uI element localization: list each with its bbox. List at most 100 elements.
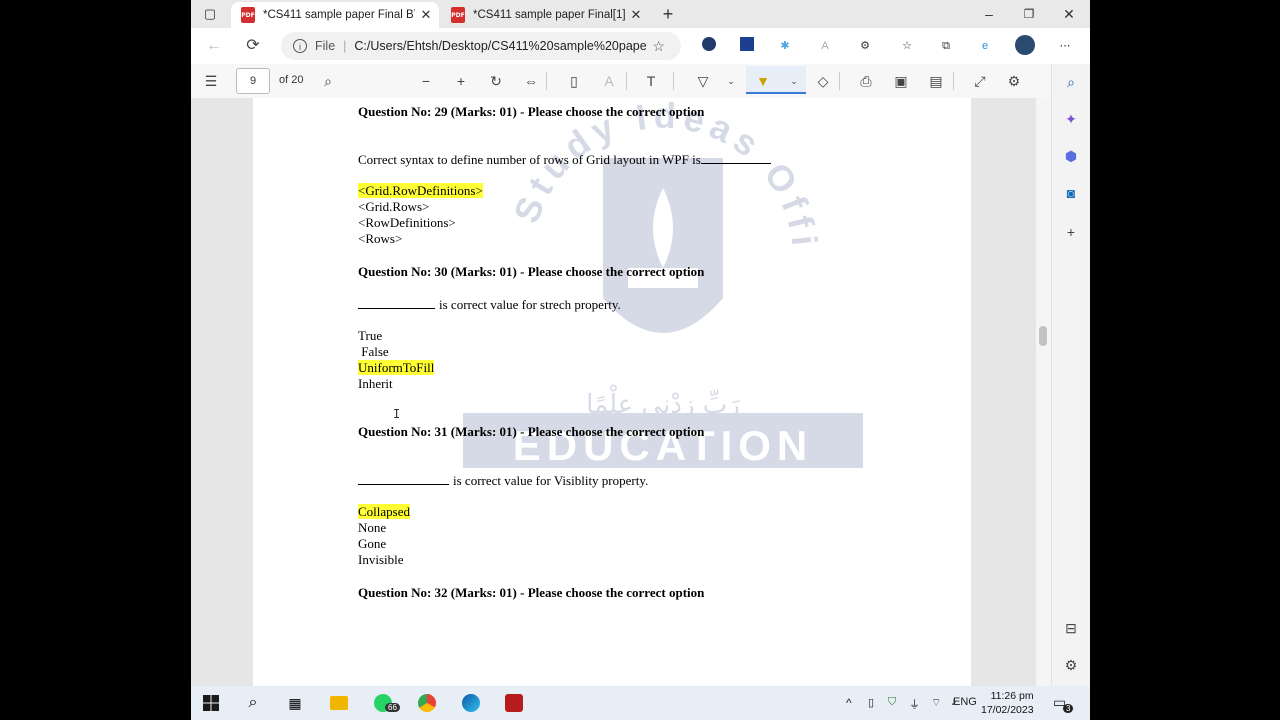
whatsapp-icon[interactable]: 66	[371, 691, 400, 715]
chrome-icon[interactable]	[415, 691, 439, 715]
page-total: of 20	[279, 74, 304, 86]
highlighted-answer: UniformToFill	[358, 360, 435, 375]
question-30-header: Question No: 30 (Marks: 01) - Please cho…	[358, 264, 705, 279]
notification-badge: 3	[1063, 704, 1074, 713]
usb-icon[interactable]: ⏚	[909, 696, 920, 712]
edge-bar-icon[interactable]: e	[975, 37, 995, 55]
scheme-label: File	[315, 39, 336, 53]
device-icon[interactable]: ▯	[868, 696, 874, 709]
eraser-icon[interactable]: ◇	[813, 72, 833, 90]
answer-blank	[358, 296, 435, 309]
back-button[interactable]: ←	[203, 36, 225, 56]
rotate-icon[interactable]: ↻	[486, 72, 506, 90]
read-aloud-icon[interactable]: A	[599, 72, 619, 90]
minimize-button[interactable]: –	[969, 4, 1009, 24]
clock-date: 17/02/2023	[981, 704, 1034, 716]
question-31-prompt: is correct value for Visiblity property.	[358, 472, 648, 489]
pdf-document-area: Study Ideas Official رَبِّ زِدْنِي عِلْم…	[191, 98, 1051, 686]
clock[interactable]: 11:26 pm 17/02/2023	[981, 689, 1034, 717]
address-bar: ← ⟳ i File | C:/Users/Ehtsh/Desktop/CS41…	[191, 28, 1090, 65]
tab-cs411-final[interactable]: PDF *CS411 sample paper Final[1].pdf ✕	[441, 2, 649, 28]
close-tab-icon[interactable]: ✕	[629, 7, 643, 23]
favorites-icon[interactable]: ☆	[897, 37, 917, 55]
table-of-contents-icon[interactable]: ☰	[201, 72, 221, 90]
office-icon[interactable]: ⬢	[1061, 146, 1081, 166]
vertical-scrollbar[interactable]	[1036, 98, 1051, 686]
url-text: C:/Users/Ehtsh/Desktop/CS411%20sample%20…	[354, 39, 647, 53]
watermark-ring-text: Study Ideas Official	[463, 98, 820, 253]
more-menu-icon[interactable]: ⋯	[1055, 37, 1075, 55]
url-field[interactable]: i File | C:/Users/Ehtsh/Desktop/CS411%20…	[281, 32, 681, 60]
answer-blank	[358, 472, 449, 485]
new-tab-button[interactable]: +	[658, 4, 678, 24]
vu-extension-icon[interactable]	[737, 37, 757, 55]
settings-icon[interactable]: ⚙	[1004, 72, 1024, 90]
windows-taskbar: ⌕ ▦ 66 ^ ▯ ⛉ ⏚ ⌔ ♪ ENG 11:26 pm 17/02/20…	[191, 686, 1090, 720]
add-favorite-icon[interactable]: ☆	[652, 38, 665, 55]
add-sidebar-app-icon[interactable]: +	[1061, 222, 1081, 242]
file-explorer-icon[interactable]	[327, 691, 351, 715]
scrollbar-thumb[interactable]	[1039, 326, 1047, 346]
tab-actions-icon[interactable]: ▢	[199, 5, 221, 23]
pdf-toolbar: ☰ 9 of 20 ⌕ − + ↻ ⇔ ▯ A T ▽ ⌄ ▼ ⌄ ◇ ⎙ ▣ …	[191, 64, 1051, 99]
tab-bar: ▢ PDF *CS411 sample paper Final BY Study…	[191, 0, 1090, 28]
q29-option-a: <Grid.RowDefinitions>	[358, 183, 483, 199]
zoom-out-icon[interactable]: −	[416, 72, 436, 90]
highlight-dropdown-icon[interactable]: ⌄	[784, 72, 804, 90]
language-label: ENG	[953, 696, 977, 708]
zoom-in-icon[interactable]: +	[451, 72, 471, 90]
question-29-header: Question No: 29 (Marks: 01) - Please cho…	[358, 104, 705, 119]
search-icon[interactable]: ⌕	[1061, 72, 1081, 92]
copilot-icon[interactable]: ✦	[1061, 109, 1081, 129]
close-tab-icon[interactable]: ✕	[419, 7, 433, 23]
screen-recorder-icon[interactable]	[502, 691, 526, 715]
fullscreen-icon[interactable]: ⤢	[970, 72, 990, 90]
highlighted-answer: <Grid.RowDefinitions>	[358, 183, 483, 198]
task-view-icon[interactable]: ▦	[283, 691, 307, 715]
add-text-icon[interactable]: T	[641, 72, 661, 90]
draw-dropdown-icon[interactable]: ⌄	[721, 72, 741, 90]
highlighted-answer: Collapsed	[358, 504, 410, 519]
clock-time: 11:26 pm	[990, 690, 1034, 702]
start-button[interactable]	[199, 691, 223, 715]
q30-option-d: Inherit	[358, 376, 393, 391]
highlight-icon[interactable]: ▼	[753, 72, 773, 90]
show-hidden-icons-icon[interactable]: ^	[846, 696, 852, 710]
collections-icon[interactable]: ⧉	[936, 37, 956, 55]
toolbar-divider	[546, 72, 547, 90]
question-29-prompt: Correct syntax to define number of rows …	[358, 151, 771, 168]
notifications-icon[interactable]: ▭ 3	[1053, 694, 1074, 713]
info-icon[interactable]: i	[293, 39, 307, 53]
profile-avatar[interactable]	[1015, 35, 1035, 55]
page-view-icon[interactable]: ▯	[564, 72, 584, 90]
language-indicator[interactable]: ENG	[953, 696, 977, 708]
print-icon[interactable]: ⎙	[856, 72, 876, 90]
draw-icon[interactable]: ▽	[693, 72, 713, 90]
refresh-button[interactable]: ⟳	[242, 36, 264, 56]
maximize-button[interactable]: ❐	[1009, 4, 1049, 24]
extension-icon[interactable]	[699, 37, 719, 55]
hide-sidebar-icon[interactable]: ⊟	[1061, 618, 1081, 638]
question-31-header: Question No: 31 (Marks: 01) - Please cho…	[358, 424, 705, 439]
close-window-button[interactable]: ✕	[1049, 4, 1089, 24]
sidebar-settings-icon[interactable]: ⚙	[1061, 655, 1081, 675]
outlook-icon[interactable]: ◙	[1061, 183, 1081, 203]
save-as-icon[interactable]: ▤	[926, 72, 946, 90]
q29-option-b: <Grid.Rows>	[358, 199, 430, 214]
search-icon[interactable]: ⌕	[241, 691, 265, 715]
extension-icon[interactable]: ✱	[775, 37, 795, 55]
security-shield-icon[interactable]: ⛉	[888, 696, 896, 709]
network-icon[interactable]: ⌔	[931, 696, 941, 710]
read-aloud-icon[interactable]: A	[815, 37, 835, 55]
page-number-input[interactable]: 9	[236, 68, 270, 94]
tab-cs411-study[interactable]: PDF *CS411 sample paper Final BY Study ✕	[231, 2, 439, 28]
save-icon[interactable]: ▣	[891, 72, 911, 90]
fit-page-icon[interactable]: ⇔	[521, 72, 541, 90]
toolbar-divider	[626, 72, 627, 90]
find-icon[interactable]: ⌕	[318, 72, 338, 90]
extensions-icon[interactable]: ⚙	[855, 37, 875, 55]
tab-label: *CS411 sample paper Final BY Study	[263, 9, 415, 21]
q31-option-d: Invisible	[358, 552, 404, 567]
edge-icon[interactable]	[459, 691, 483, 715]
svg-text:Study Ideas Official: Study Ideas Official	[463, 98, 826, 253]
